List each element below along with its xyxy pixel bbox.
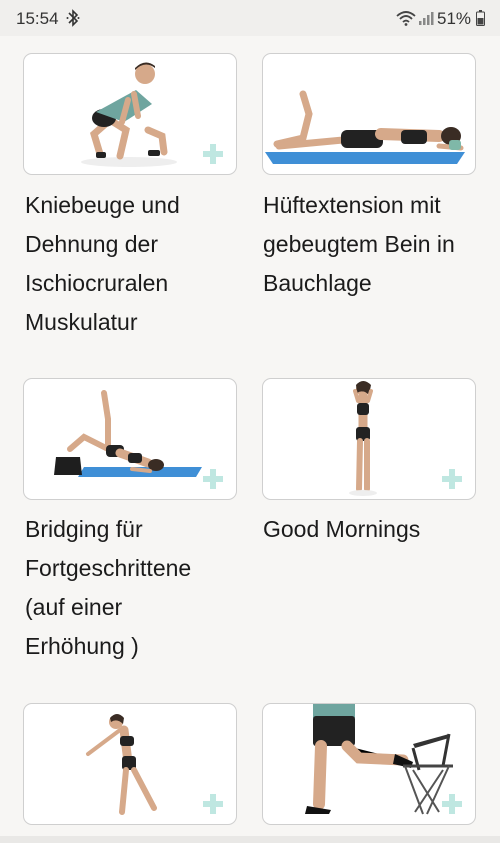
exercise-title-4[interactable]: Good Mornings: [263, 510, 483, 549]
exercise-title-3[interactable]: Bridging für Fortgeschrittene (auf einer…: [25, 510, 245, 666]
add-plus-icon[interactable]: [202, 793, 224, 815]
battery-percentage: 51%: [437, 9, 472, 28]
exercise-card-3[interactable]: [23, 378, 237, 500]
add-plus-icon[interactable]: [441, 468, 463, 490]
add-plus-icon[interactable]: [441, 793, 463, 815]
add-plus-icon[interactable]: [202, 143, 224, 165]
bottom-divider: [0, 836, 500, 843]
exercise-card-2[interactable]: [262, 53, 476, 175]
exercise-card-4[interactable]: [262, 378, 476, 500]
status-time: 15:54: [16, 9, 59, 28]
exercise-card-6[interactable]: [262, 703, 476, 825]
wifi-icon: [396, 11, 416, 26]
prone-hip-extension-figure: [265, 90, 465, 164]
status-bar: 15:54 51%: [0, 0, 500, 36]
bluetooth-icon: [66, 9, 80, 27]
exercise-title-1[interactable]: Kniebeuge und Dehnung der Ischiocruralen…: [25, 186, 245, 342]
exercise-card-5[interactable]: [23, 703, 237, 825]
exercise-card-1[interactable]: [23, 53, 237, 175]
battery-icon: [476, 10, 485, 26]
exercise-title-2[interactable]: Hüftextension mit gebeugtem Bein in Bauc…: [263, 186, 483, 303]
add-plus-icon[interactable]: [202, 468, 224, 490]
signal-icon: [419, 12, 434, 25]
